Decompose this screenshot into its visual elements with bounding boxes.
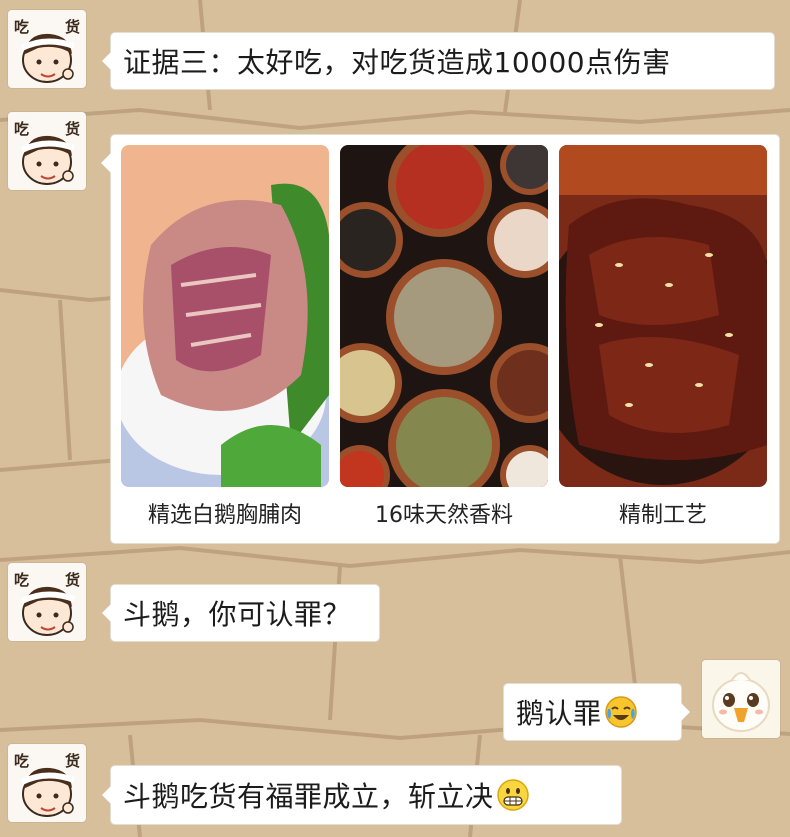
avatar-tag-right: 货 [64,18,80,36]
message-text: 斗鹅，你可认罪？ [123,598,352,631]
avatar-tag-right: 货 [64,571,80,589]
avatar-tag-left: 吃 [14,120,30,138]
sender-avatar[interactable]: 吃 货 [8,112,86,190]
message-bubble[interactable]: 斗鹅，你可认罪？ [102,584,380,642]
raw-goose-meat-photo[interactable] [121,145,329,487]
braised-goose-photo[interactable] [559,145,767,487]
photo-caption: 精制工艺 [618,503,707,528]
sender-avatar[interactable]: 吃 货 [8,744,86,822]
photo-card-message[interactable]: 精选白鹅胸脯肉 16味天然香料 精制工艺 [101,134,780,544]
avatar-tag-left: 吃 [14,571,30,589]
spices-bowls-photo[interactable] [340,145,548,487]
message-text: 证据三：太好吃，对吃货造成10000点伤害 [123,46,671,79]
message-text: 斗鹅吃货有福罪成立，斩立决 [123,780,494,813]
goose-face-icon [702,660,780,738]
sender-avatar[interactable]: 吃 货 [8,563,86,641]
photo-caption: 16味天然香料 [375,503,513,528]
avatar-tag-right: 货 [64,752,80,770]
message-bubble[interactable]: 证据三：太好吃，对吃货造成10000点伤害 [102,32,775,90]
own-avatar[interactable] [702,660,780,738]
grin-emoji [496,779,529,811]
avatar-tag-left: 吃 [14,18,30,36]
avatar-tag-left: 吃 [14,752,30,770]
message-text: 鹅认罪 [516,697,602,730]
crying-laughing-emoji [604,696,637,728]
sender-avatar[interactable]: 吃 货 [8,10,86,88]
photo-caption: 精选白鹅胸脯肉 [147,503,302,528]
message-bubble[interactable]: 鹅认罪 [503,683,690,741]
message-bubble[interactable]: 斗鹅吃货有福罪成立，斩立决 [102,765,622,825]
avatar-tag-right: 货 [64,120,80,138]
